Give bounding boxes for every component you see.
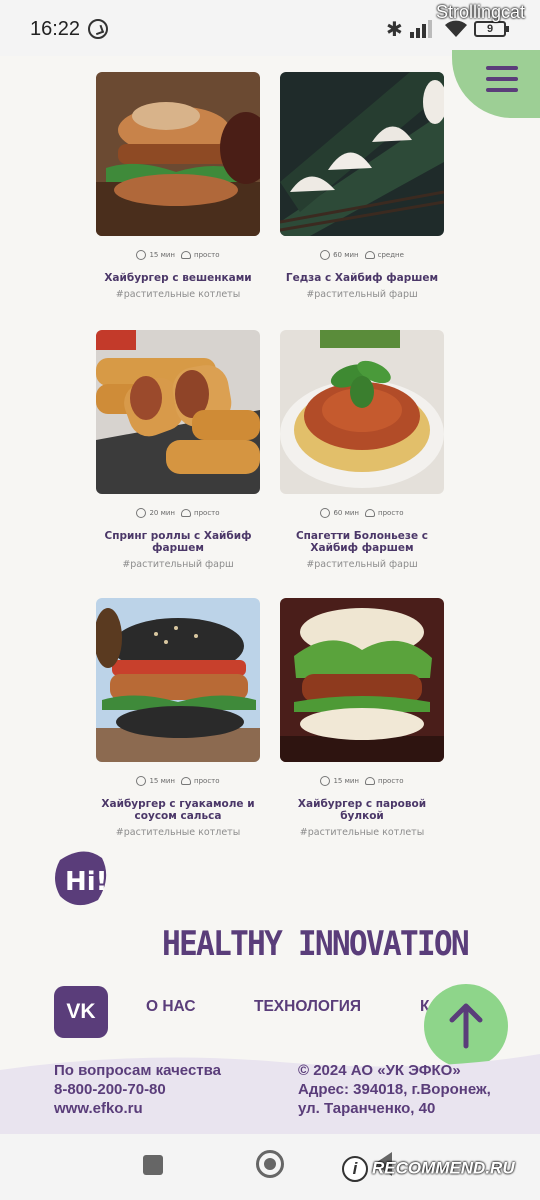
chef-hat-icon: [364, 251, 375, 259]
recipe-photo[interactable]: [96, 330, 260, 494]
logo-text: Hi!: [65, 867, 108, 897]
chef-hat-icon: [365, 509, 376, 517]
recipe-photo[interactable]: [280, 598, 444, 762]
recipe-photo[interactable]: [280, 72, 444, 236]
recipe-tag[interactable]: #растительные котлеты: [96, 827, 260, 838]
recipe-card[interactable]: 15 мин просто Хайбургер с гуакамоле и со…: [96, 598, 260, 838]
watermark-site-label: RECOMMEND.RU: [372, 1158, 515, 1178]
recipe-difficulty: просто: [194, 509, 220, 517]
quality-title: По вопросам качества: [54, 1062, 221, 1079]
recipe-meta: 60 мин средне: [280, 248, 444, 262]
brand-slogan: HEALTHY INNOVATION: [162, 924, 470, 964]
watermark-site: i RECOMMEND.RU: [342, 1156, 532, 1190]
address-line-2: ул. Таранченко, 40: [298, 1100, 436, 1117]
recipe-meta: 15 мин просто: [96, 774, 260, 788]
clock-icon: [136, 250, 147, 260]
recent-apps-button[interactable]: [143, 1155, 163, 1175]
clock-icon: [136, 508, 147, 518]
recipe-title[interactable]: Хайбургер с вешенками: [96, 272, 260, 284]
recipe-photo[interactable]: [96, 72, 260, 236]
recipe-time: 15 мин: [149, 251, 176, 259]
nav-link-about[interactable]: О НАС: [146, 998, 196, 1016]
recipe-time: 15 мин: [149, 777, 176, 785]
recipe-title[interactable]: Спагетти Болоньезе с Хайбиф фаршем: [280, 530, 444, 554]
recipe-tag[interactable]: #растительный фарш: [280, 289, 444, 300]
recipe-photo[interactable]: [96, 598, 260, 762]
recipe-title[interactable]: Гедза с Хайбиф фаршем: [280, 272, 444, 284]
whatsapp-icon: [88, 19, 108, 39]
copyright-text: © 2024 АО «УК ЭФКО»: [298, 1062, 461, 1079]
recipe-meta: 15 мин просто: [280, 774, 444, 788]
recipe-card[interactable]: 60 мин просто Спагетти Болоньезе с Хайби…: [280, 330, 444, 570]
recipe-meta: 15 мин просто: [96, 248, 260, 262]
recipe-tag[interactable]: #растительный фарш: [96, 559, 260, 570]
recipe-title[interactable]: Спринг роллы с Хайбиф фаршем: [96, 530, 260, 554]
recipe-time: 60 мин: [333, 251, 359, 259]
recipe-card[interactable]: 15 мин просто Хайбургер с паровой булкой…: [280, 598, 444, 838]
company-info: © 2024 АО «УК ЭФКО» Адрес: 394018, г.Вор…: [298, 1061, 491, 1118]
clock-icon: [320, 508, 331, 518]
recipe-time: 60 мин: [333, 509, 360, 517]
recipe-tag[interactable]: #растительные котлеты: [280, 827, 444, 838]
home-button[interactable]: [256, 1150, 284, 1178]
brand-logo[interactable]: Hi!: [54, 848, 120, 908]
recipe-photo[interactable]: [280, 330, 444, 494]
hamburger-menu-icon[interactable]: [486, 66, 518, 94]
address-line-1: Адрес: 394018, г.Воронеж,: [298, 1081, 491, 1098]
recipe-card[interactable]: 60 мин средне Гедза с Хайбиф фаршем #рас…: [280, 72, 444, 300]
recipe-time: 20 мин: [149, 509, 176, 517]
chef-hat-icon: [181, 777, 192, 785]
recipe-card[interactable]: 15 мин просто Хайбургер с вешенками #рас…: [96, 72, 260, 300]
phone-link[interactable]: 8-800-200-70-80: [54, 1080, 221, 1099]
bluetooth-icon: ✱: [386, 17, 403, 41]
battery-icon: 9: [474, 21, 509, 37]
watermark-logo-icon: i: [342, 1156, 368, 1182]
clock-icon: [320, 776, 331, 786]
website-link[interactable]: www.efko.ru: [54, 1099, 221, 1118]
clock-icon: [320, 250, 331, 260]
recipe-tag[interactable]: #растительные котлеты: [96, 289, 260, 300]
chef-hat-icon: [181, 509, 192, 517]
chef-hat-icon: [365, 777, 376, 785]
recipe-meta: 60 мин просто: [280, 506, 444, 520]
recipe-title[interactable]: Хайбургер с паровой булкой: [280, 798, 444, 822]
nav-link-technology[interactable]: ТЕХНОЛОГИЯ: [254, 998, 361, 1016]
recipe-meta: 20 мин просто: [96, 506, 260, 520]
quality-contacts: По вопросам качества 8-800-200-70-80 www…: [54, 1061, 221, 1118]
watermark-username: Strollingcat: [436, 2, 526, 22]
clock-icon: [136, 776, 147, 786]
recipe-difficulty: просто: [194, 777, 220, 785]
recipe-difficulty: просто: [194, 251, 220, 259]
chef-hat-icon: [181, 251, 192, 259]
recipe-card[interactable]: 20 мин просто Спринг роллы с Хайбиф фарш…: [96, 330, 260, 570]
status-time: 16:22: [30, 18, 81, 40]
recipe-tag[interactable]: #растительный фарш: [280, 559, 444, 570]
status-bar: 16:22 ✱ 9 Strollingcat: [0, 0, 540, 56]
recipe-title[interactable]: Хайбургер с гуакамоле и соусом сальса: [96, 798, 260, 822]
recipe-difficulty: просто: [378, 509, 404, 517]
vk-link-button[interactable]: VK: [54, 986, 108, 1038]
recipe-time: 15 мин: [333, 777, 360, 785]
recipe-difficulty: просто: [378, 777, 404, 785]
recipe-difficulty: средне: [377, 251, 404, 259]
signal-icon: [410, 20, 432, 38]
